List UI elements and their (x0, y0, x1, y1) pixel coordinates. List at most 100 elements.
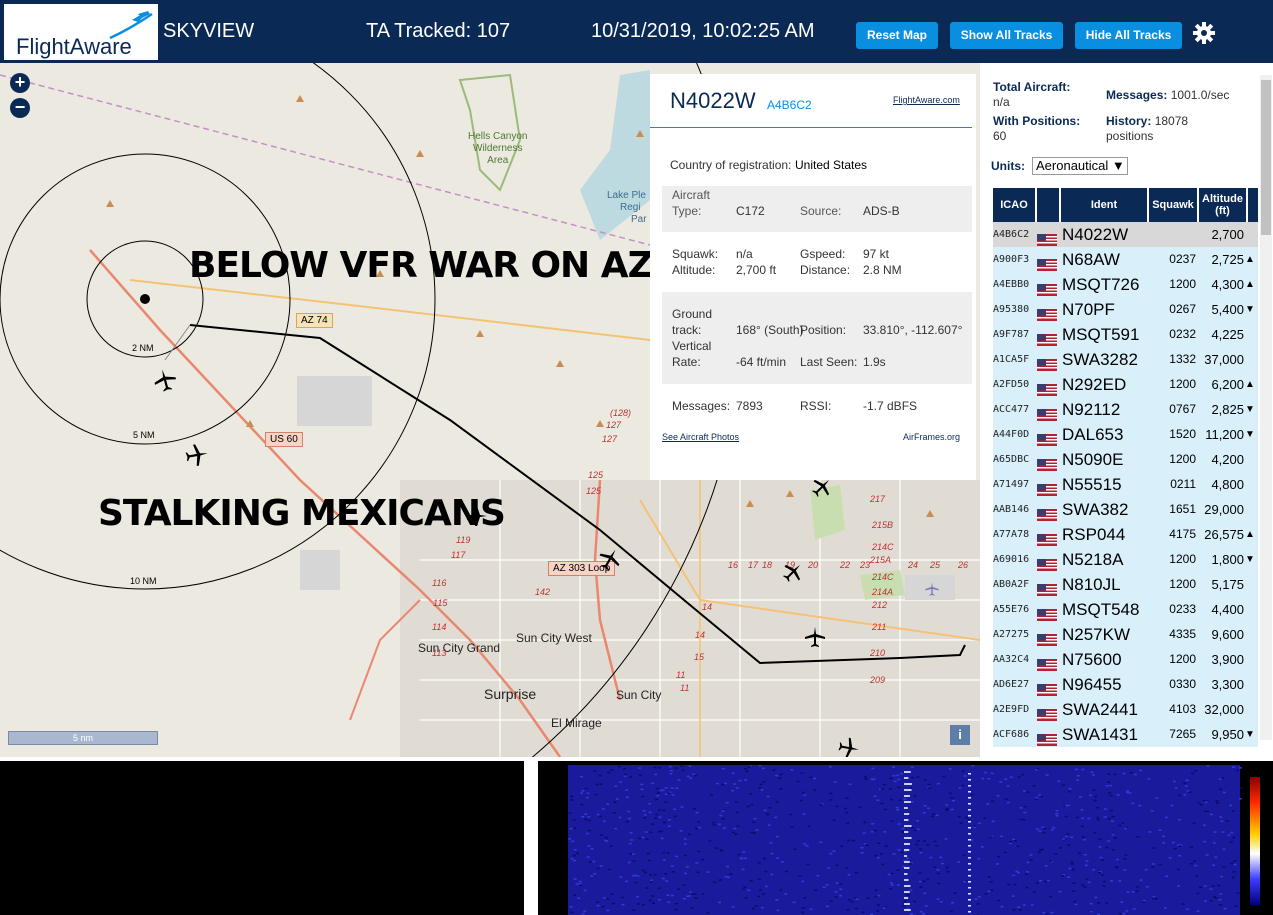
exit-label: 15 (694, 652, 705, 662)
us-flag-icon (1037, 454, 1057, 471)
aircraft-icon[interactable] (465, 504, 489, 528)
row-altitude: 9,600 (1211, 627, 1244, 642)
popup-section-aircraft: Aircraft Type: C172 Source: ADS-B (662, 186, 972, 232)
row-icao: A55E76 (993, 604, 1030, 615)
table-row[interactable]: A4B6C2 N4022W 2,700 (993, 222, 1258, 247)
bottom-black-panel (0, 761, 524, 915)
total-aircraft-value: n/a (993, 95, 1010, 109)
exit-label: 115 (433, 598, 448, 608)
exit-label: 25 (930, 560, 941, 570)
table-row[interactable]: A71497 N55515 0211 4,800 (993, 472, 1258, 497)
table-row[interactable]: ACC477 N92112 0767 2,825 ▼ (993, 397, 1258, 422)
gspeed-value: 97 kt (863, 247, 890, 261)
row-altitude: 4,800 (1211, 477, 1244, 492)
us-flag-icon (1037, 229, 1057, 246)
table-row[interactable]: A65DBC N5090E 1200 4,200 (993, 447, 1258, 472)
squawk-value: n/a (736, 247, 753, 261)
table-row[interactable]: ACF686 SWA1431 7265 9,950 ▼ (993, 722, 1258, 747)
col-icao[interactable]: ICAO (993, 188, 1035, 222)
table-row[interactable]: A900F3 N68AW 0237 2,725 ▲ (993, 247, 1258, 272)
table-row[interactable]: AB0A2F N810JL 1200 5,175 (993, 572, 1258, 597)
row-icao: A44F0D (993, 429, 1030, 440)
row-altitude: 26,575 (1204, 527, 1244, 542)
exit-label: 217 (870, 494, 886, 504)
aircraft-icon[interactable] (835, 734, 863, 757)
altitude-value: 2,700 ft (736, 263, 777, 277)
aircraft-icon[interactable] (182, 440, 212, 470)
lake-label: Lake Ple Regi Par (607, 190, 647, 225)
exit-label: 117 (451, 550, 466, 560)
table-row[interactable]: AD6E27 N96455 0330 3,300 (993, 672, 1258, 697)
exit-label: 116 (432, 578, 447, 588)
row-ident: N292ED (1062, 375, 1127, 394)
exit-label: 11 (680, 683, 690, 693)
gear-icon[interactable] (1192, 21, 1216, 45)
col-altitude[interactable]: Altitude (ft) (1199, 188, 1246, 222)
row-altitude: 4,300 (1211, 277, 1244, 292)
table-row[interactable]: AAB146 SWA382 1651 29,000 (993, 497, 1258, 522)
show-all-tracks-button[interactable]: Show All Tracks (950, 22, 1063, 49)
aircraft-icon[interactable] (803, 625, 827, 649)
row-altitude: 4,400 (1211, 602, 1244, 617)
col-flag[interactable] (1037, 188, 1059, 222)
table-row[interactable]: A44F0D DAL653 1520 11,200 ▼ (993, 422, 1258, 447)
exit-label: 114 (432, 622, 447, 632)
exit-label: 142 (535, 587, 551, 597)
place-surprise: Surprise (484, 686, 537, 702)
row-icao: A1CA5F (993, 354, 1030, 365)
row-trend-icon: ▼ (1245, 554, 1255, 565)
popup-divider (650, 127, 972, 128)
row-squawk: 0267 (1169, 302, 1196, 316)
row-altitude: 29,000 (1204, 502, 1244, 517)
table-row[interactable]: A27275 N257KW 4335 9,600 (993, 622, 1258, 647)
park-label: Hells Canyon Wilderness Area (468, 131, 528, 166)
col-squawk[interactable]: Squawk (1149, 188, 1197, 222)
scale-bar: 5 nm (8, 731, 158, 745)
row-icao: AA32C4 (993, 654, 1030, 665)
zoom-in-button[interactable]: + (10, 73, 30, 93)
zoom-out-button[interactable]: − (10, 98, 30, 118)
table-row[interactable]: A4EBB0 MSQT726 1200 4,300 ▲ (993, 272, 1258, 297)
col-ident[interactable]: Ident (1061, 188, 1147, 222)
row-ident: N70PF (1062, 300, 1115, 319)
table-row[interactable]: AA32C4 N75600 1200 3,900 (993, 647, 1258, 672)
table-row[interactable]: A69016 N5218A 1200 1,800 ▼ (993, 547, 1258, 572)
table-row[interactable]: A55E76 MSQT548 0233 4,400 (993, 597, 1258, 622)
airframes-link[interactable]: AirFrames.org (903, 432, 960, 442)
row-ident: N5218A (1062, 550, 1124, 569)
country-label: Country of registration: (670, 158, 792, 172)
table-row[interactable]: A1CA5F SWA3282 1332 37,000 (993, 347, 1258, 372)
row-altitude: 2,825 (1211, 402, 1244, 417)
table-row[interactable]: A77A78 RSP044 4175 26,575 ▲ (993, 522, 1258, 547)
row-icao: A2FD50 (993, 379, 1030, 390)
units-select[interactable]: Aeronautical ▼ (1032, 157, 1128, 175)
row-icao: A77A78 (993, 529, 1030, 540)
exit-label: 215B (872, 520, 894, 530)
col-trend (1248, 188, 1258, 222)
airport-icon (925, 582, 939, 596)
map-info-button[interactable]: i (950, 725, 970, 745)
exit-label: 11 (676, 670, 686, 680)
table-row[interactable]: A2FD50 N292ED 1200 6,200 ▲ (993, 372, 1258, 397)
table-row[interactable]: A9F787 MSQT591 0232 4,225 (993, 322, 1258, 347)
exit-label: 14 (695, 630, 706, 640)
last-seen-value: 1.9s (863, 355, 886, 369)
flightaware-link[interactable]: FlightAware.com (893, 95, 960, 105)
place-el-mirage: El Mirage (551, 716, 602, 730)
row-altitude: 3,900 (1211, 652, 1244, 667)
place-sun-city: Sun City (616, 688, 662, 702)
flightaware-logo[interactable]: FlightAware (4, 4, 158, 60)
table-row[interactable]: A95380 N70PF 0267 5,400 ▼ (993, 297, 1258, 322)
exit-label: (128) (610, 408, 632, 418)
us-flag-icon (1037, 729, 1057, 746)
aircraft-photos-link[interactable]: See Aircraft Photos (662, 432, 739, 442)
row-squawk: 1200 (1169, 552, 1196, 566)
table-row[interactable]: A2E9FD SWA2441 4103 32,000 (993, 697, 1258, 722)
row-squawk: 1200 (1169, 277, 1196, 291)
reset-map-button[interactable]: Reset Map (856, 22, 938, 49)
exit-label: 211 (872, 622, 887, 632)
panel-scrollbar-thumb[interactable] (1261, 80, 1271, 235)
row-ident: MSQT726 (1062, 275, 1140, 294)
hide-all-tracks-button[interactable]: Hide All Tracks (1075, 22, 1182, 49)
us-flag-icon (1037, 329, 1057, 346)
